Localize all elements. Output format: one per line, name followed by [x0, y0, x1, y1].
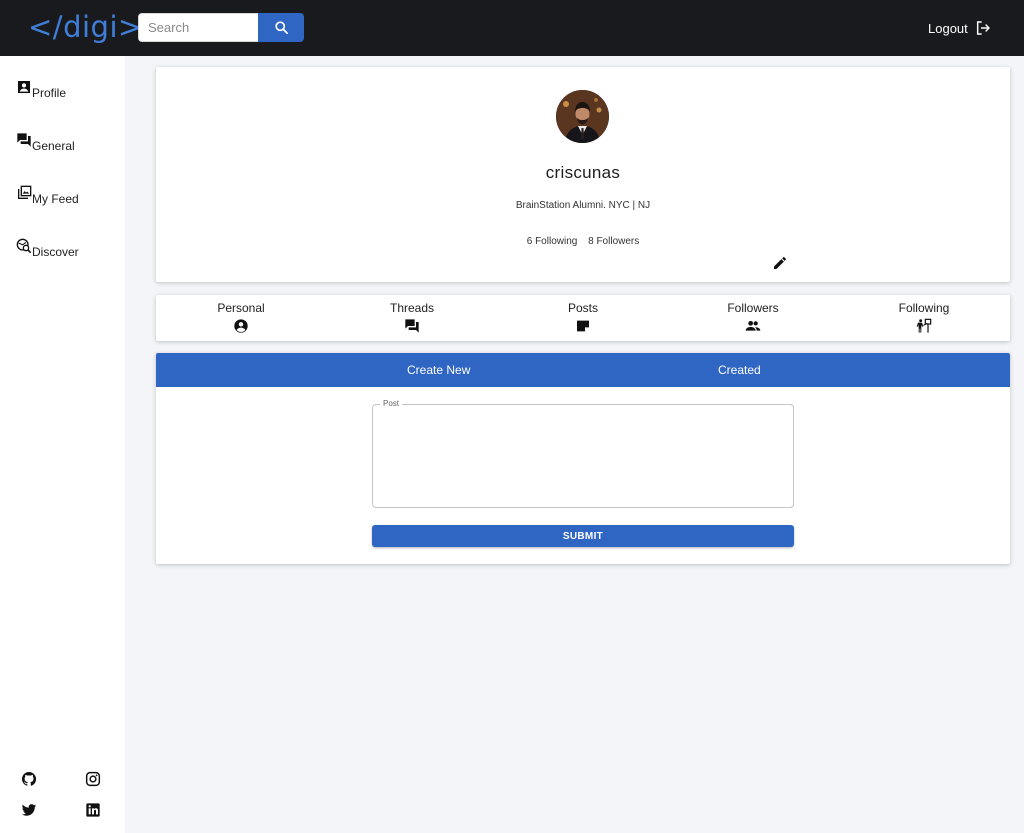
following-count[interactable]: 6 Following	[527, 236, 578, 247]
search-icon	[274, 21, 288, 34]
sidebar-item-discover[interactable]: Discover	[16, 238, 79, 259]
tab-label: Threads	[389, 301, 435, 315]
sidebar-item-label: General	[32, 139, 75, 153]
account-box-icon	[18, 81, 30, 93]
instagram-icon[interactable]	[85, 771, 101, 787]
logout-button[interactable]: Logout	[928, 16, 991, 40]
people-icon	[745, 321, 761, 331]
forum-icon	[17, 133, 31, 147]
tab-threads[interactable]: Threads	[352, 301, 472, 334]
post-field: Post	[372, 399, 794, 508]
sidebar-item-label: My Feed	[32, 192, 79, 206]
sidebar-item-my-feed[interactable]: My Feed	[16, 185, 79, 206]
post-field-label: Post	[380, 399, 403, 408]
avatar[interactable]	[556, 90, 609, 143]
post-textarea[interactable]	[381, 415, 785, 501]
tab-following[interactable]: Following	[864, 301, 984, 334]
tab-label: Posts	[567, 301, 598, 315]
edit-pencil-icon[interactable]	[772, 255, 788, 271]
tab-label: Followers	[727, 301, 779, 315]
tab-label: Personal	[217, 301, 265, 315]
post-panel: Create New Created Post SUBMIT	[156, 353, 1010, 564]
app-logo[interactable]: </digi>	[28, 8, 143, 46]
sidebar: Profile General My Feed Discover	[0, 56, 125, 833]
follow-counts: 6 Following 8 Followers	[156, 236, 1010, 247]
sidebar-item-profile[interactable]: Profile	[16, 79, 66, 100]
profile-username: criscunas	[545, 163, 621, 182]
search-button[interactable]	[258, 13, 304, 42]
avatar-photo	[556, 90, 609, 143]
logout-label: Logout	[928, 20, 968, 36]
github-icon[interactable]	[21, 771, 37, 787]
twitter-icon[interactable]	[21, 802, 37, 818]
post-tab-bar: Create New Created	[156, 353, 1010, 387]
tab-created[interactable]: Created	[718, 363, 761, 377]
tab-create-new[interactable]: Create New	[407, 363, 470, 377]
followers-count[interactable]: 8 Followers	[588, 236, 639, 247]
sidebar-item-label: Profile	[32, 86, 67, 100]
profile-bio: BrainStation Alumni. NYC | NJ	[515, 200, 651, 211]
profile-tabs: Personal Threads Posts Followers Followi…	[156, 295, 1010, 341]
top-bar: </digi> Logout	[0, 0, 1024, 56]
tab-followers[interactable]: Followers	[693, 301, 813, 334]
sidebar-item-general[interactable]: General	[16, 132, 75, 153]
forum-icon	[405, 319, 419, 333]
profile-card: criscunas BrainStation Alumni. NYC | NJ …	[156, 67, 1010, 282]
linkedin-icon[interactable]	[85, 802, 101, 818]
tab-label: Following	[898, 301, 950, 315]
follow-sign-icon	[916, 318, 932, 333]
travel-explore-icon	[16, 238, 32, 254]
search-input[interactable]	[138, 13, 259, 42]
tab-personal[interactable]: Personal	[181, 301, 301, 334]
sticky-note-icon	[577, 320, 589, 332]
logout-icon	[976, 21, 990, 35]
submit-button[interactable]: SUBMIT	[372, 525, 794, 547]
tab-posts[interactable]: Posts	[523, 301, 643, 334]
collections-icon	[18, 185, 32, 199]
sidebar-item-label: Discover	[32, 245, 79, 259]
account-circle-icon	[234, 319, 248, 333]
